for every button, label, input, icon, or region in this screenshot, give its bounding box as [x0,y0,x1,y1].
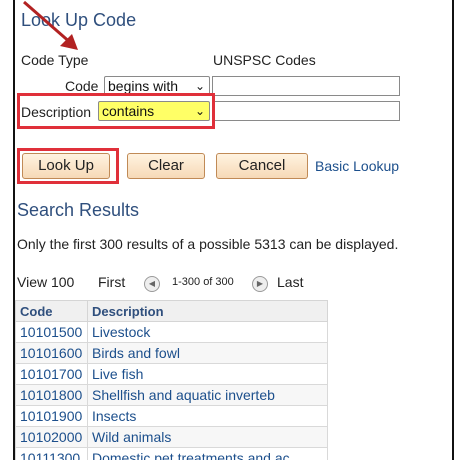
code-label: Code [65,78,99,94]
column-header-description[interactable]: Description [87,300,328,322]
basic-lookup-link[interactable]: Basic Lookup [315,158,399,174]
clear-button[interactable]: Clear [127,153,205,179]
lookup-dialog: Look Up Code Code Type UNSPSC Codes Code… [13,0,454,460]
table-row[interactable]: 10101600 Birds and fowl [15,342,328,364]
code-operator-value: begins with [108,78,179,94]
description-cell[interactable]: Insects [87,405,328,427]
first-link[interactable]: First [98,274,125,290]
description-cell[interactable]: Domestic pet treatments and ac [87,447,328,460]
view-100-link[interactable]: View 100 [17,274,74,290]
code-cell[interactable]: 10101600 [15,342,88,364]
table-row[interactable]: 10101700 Live fish [15,363,328,385]
code-cell[interactable]: 10111300 [15,447,88,460]
description-cell[interactable]: Livestock [87,321,328,343]
code-cell[interactable]: 10101900 [15,405,88,427]
code-cell[interactable]: 10102000 [15,426,88,448]
column-header-code[interactable]: Code [15,300,88,322]
last-link[interactable]: Last [277,274,303,290]
code-cell[interactable]: 10101500 [15,321,88,343]
table-row[interactable]: 10101900 Insects [15,405,328,427]
description-input[interactable] [212,101,400,121]
arrow-shaft [23,0,73,46]
description-highlight [17,93,215,129]
code-type-value: UNSPSC Codes [213,52,316,68]
code-cell[interactable]: 10101800 [15,384,88,406]
cancel-button[interactable]: Cancel [216,153,308,179]
results-table: Code Description 10101500 Livestock 10101… [15,300,328,460]
table-row[interactable]: 10101500 Livestock [15,321,328,343]
table-row[interactable]: 10101800 Shellfish and aquatic inverteb [15,384,328,406]
search-results-heading: Search Results [17,200,140,220]
previous-icon[interactable]: ◀ [144,276,160,292]
results-limit-note: Only the first 300 results of a possible… [17,236,399,252]
description-cell[interactable]: Shellfish and aquatic inverteb [87,384,328,406]
code-cell[interactable]: 10101700 [15,363,88,385]
description-cell[interactable]: Wild animals [87,426,328,448]
range-indicator: 1-300 of 300 [172,276,234,288]
table-row[interactable]: 10111300 Domestic pet treatments and ac [15,447,328,460]
description-cell[interactable]: Birds and fowl [87,342,328,364]
code-input[interactable] [212,76,400,96]
description-cell[interactable]: Live fish [87,363,328,385]
table-row[interactable]: 10102000 Wild animals [15,426,328,448]
annotation-arrow-icon [23,0,78,50]
chevron-down-icon: ⌄ [194,79,205,93]
look-up-highlight [17,148,119,184]
table-header-row: Code Description [15,300,328,322]
next-icon[interactable]: ▶ [252,276,268,292]
